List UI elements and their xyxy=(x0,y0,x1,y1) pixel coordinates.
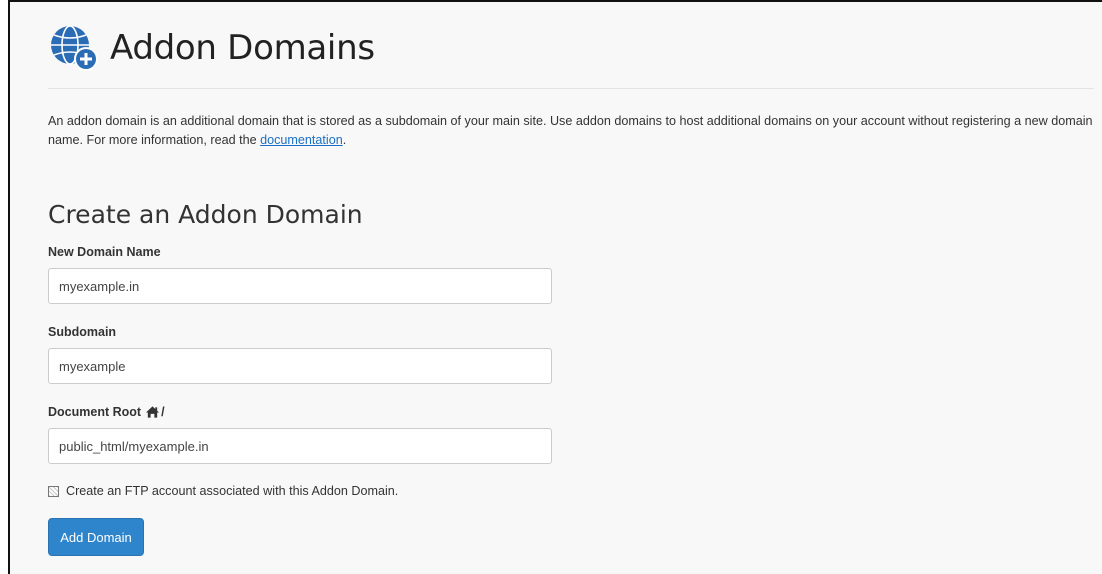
document-root-label: Document Root / xyxy=(48,405,165,419)
add-domain-button[interactable]: Add Domain xyxy=(48,518,144,556)
page-description: An addon domain is an additional domain … xyxy=(48,112,1096,150)
ftp-checkbox-label: Create an FTP account associated with th… xyxy=(66,484,399,498)
section-title: Create an Addon Domain xyxy=(48,200,363,229)
ftp-checkbox[interactable] xyxy=(48,485,59,497)
document-root-label-text: Document Root xyxy=(48,405,142,419)
content-panel: Addon Domains An addon domain is an addi… xyxy=(8,0,1102,574)
page-header: Addon Domains xyxy=(48,20,375,76)
document-root-input[interactable] xyxy=(48,428,552,464)
home-icon xyxy=(146,406,160,418)
documentation-link[interactable]: documentation xyxy=(260,133,343,147)
description-end: . xyxy=(342,133,347,147)
page-title: Addon Domains xyxy=(110,28,375,68)
subdomain-label: Subdomain xyxy=(48,325,117,339)
new-domain-label: New Domain Name xyxy=(48,245,161,259)
document-root-label-suffix: / xyxy=(161,405,165,419)
subdomain-input[interactable] xyxy=(48,348,552,384)
description-text: An addon domain is an additional domain … xyxy=(48,114,1093,147)
ftp-checkbox-row[interactable]: Create an FTP account associated with th… xyxy=(48,484,398,498)
header-divider xyxy=(48,88,1094,89)
new-domain-input[interactable] xyxy=(48,268,552,304)
globe-plus-icon xyxy=(51,25,98,71)
